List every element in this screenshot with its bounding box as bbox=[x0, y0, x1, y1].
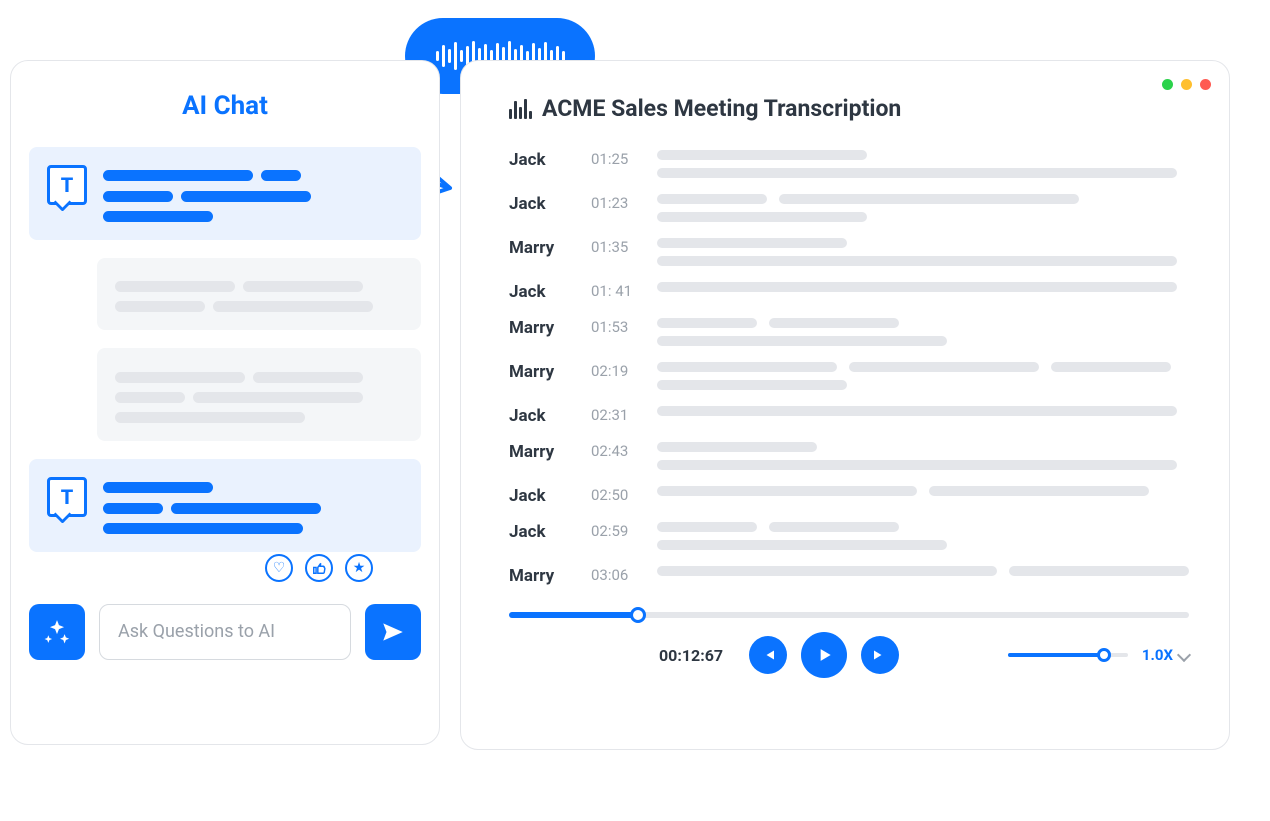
transcript-text bbox=[657, 282, 1189, 292]
speaker-name: Jack bbox=[509, 486, 569, 506]
transcript-text bbox=[657, 150, 1189, 178]
speaker-name: Marry bbox=[509, 238, 569, 258]
transcript-text bbox=[657, 566, 1189, 576]
react-heart[interactable]: ♡ bbox=[265, 554, 293, 582]
timestamp: 01: 41 bbox=[591, 282, 635, 300]
timestamp: 02:31 bbox=[591, 406, 635, 424]
transcription-title: ACME Sales Meeting Transcription bbox=[542, 95, 901, 122]
transcript-text bbox=[657, 486, 1189, 496]
window-dot-yellow[interactable] bbox=[1181, 79, 1192, 90]
timestamp: 02:59 bbox=[591, 522, 635, 540]
speed-label: 1.0X bbox=[1142, 646, 1173, 664]
ai-chat-panel: AI Chat T T bbox=[10, 60, 440, 745]
window-dot-green[interactable] bbox=[1162, 79, 1173, 90]
transcript-row[interactable]: Jack 01:25 bbox=[509, 150, 1189, 178]
timestamp: 02:19 bbox=[591, 362, 635, 380]
transcript-text bbox=[657, 406, 1189, 416]
window-dot-red[interactable] bbox=[1200, 79, 1211, 90]
timestamp: 02:43 bbox=[591, 442, 635, 460]
transcript-text bbox=[657, 522, 1189, 550]
equalizer-icon bbox=[509, 99, 532, 119]
timestamp: 01:25 bbox=[591, 150, 635, 168]
speaker-name: Jack bbox=[509, 282, 569, 302]
timestamp: 02:50 bbox=[591, 486, 635, 504]
speaker-name: Jack bbox=[509, 194, 569, 214]
question-input[interactable]: Ask Questions to AI bbox=[99, 604, 351, 660]
magic-button[interactable] bbox=[29, 604, 85, 660]
chat-message-ai: T bbox=[29, 459, 421, 552]
speed-dropdown[interactable]: 1.0X bbox=[1142, 646, 1189, 664]
speaker-name: Marry bbox=[509, 442, 569, 462]
speaker-name: Jack bbox=[509, 406, 569, 426]
chevron-down-icon bbox=[1177, 648, 1191, 662]
speed-slider[interactable] bbox=[1008, 653, 1128, 657]
transcript-text bbox=[657, 442, 1189, 470]
transcript-row[interactable]: Jack 01: 41 bbox=[509, 282, 1189, 302]
timestamp: 01:35 bbox=[591, 238, 635, 256]
transcript-text bbox=[657, 238, 1189, 266]
transcript-text bbox=[657, 194, 1189, 222]
react-star[interactable]: ★ bbox=[345, 554, 373, 582]
elapsed-time: 00:12:67 bbox=[659, 646, 723, 665]
ai-avatar-icon: T bbox=[47, 165, 87, 205]
play-button[interactable] bbox=[801, 632, 847, 678]
skip-forward-button[interactable] bbox=[861, 636, 899, 674]
react-like[interactable] bbox=[305, 554, 333, 582]
progress-bar[interactable] bbox=[509, 612, 1189, 618]
timestamp: 01:53 bbox=[591, 318, 635, 336]
transcript-row[interactable]: Jack 02:59 bbox=[509, 522, 1189, 550]
transcript-row[interactable]: Marry 02:19 bbox=[509, 362, 1189, 390]
transcript-row[interactable]: Marry 01:35 bbox=[509, 238, 1189, 266]
speaker-name: Marry bbox=[509, 362, 569, 382]
chat-message-user bbox=[97, 348, 421, 441]
transcript-text bbox=[657, 318, 1189, 346]
chat-message-ai: T bbox=[29, 147, 421, 240]
transcript-row[interactable]: Jack 01:23 bbox=[509, 194, 1189, 222]
input-placeholder: Ask Questions to AI bbox=[118, 621, 275, 642]
speaker-name: Jack bbox=[509, 150, 569, 170]
chat-message-user bbox=[97, 258, 421, 331]
speaker-name: Marry bbox=[509, 566, 569, 586]
transcript-row[interactable]: Marry 03:06 bbox=[509, 566, 1189, 586]
speaker-name: Marry bbox=[509, 318, 569, 338]
timestamp: 03:06 bbox=[591, 566, 635, 584]
chat-title: AI Chat bbox=[29, 91, 421, 121]
skip-back-button[interactable] bbox=[749, 636, 787, 674]
ai-avatar-icon: T bbox=[47, 477, 87, 517]
send-button[interactable] bbox=[365, 604, 421, 660]
window-controls bbox=[1162, 79, 1211, 90]
transcript-row[interactable]: Marry 02:43 bbox=[509, 442, 1189, 470]
transcript-row[interactable]: Jack 02:31 bbox=[509, 406, 1189, 426]
timestamp: 01:23 bbox=[591, 194, 635, 212]
transcript-text bbox=[657, 362, 1189, 390]
transcription-panel: ACME Sales Meeting Transcription Jack 01:… bbox=[460, 60, 1230, 750]
transcript-row[interactable]: Jack 02:50 bbox=[509, 486, 1189, 506]
speaker-name: Jack bbox=[509, 522, 569, 542]
transcript-row[interactable]: Marry 01:53 bbox=[509, 318, 1189, 346]
